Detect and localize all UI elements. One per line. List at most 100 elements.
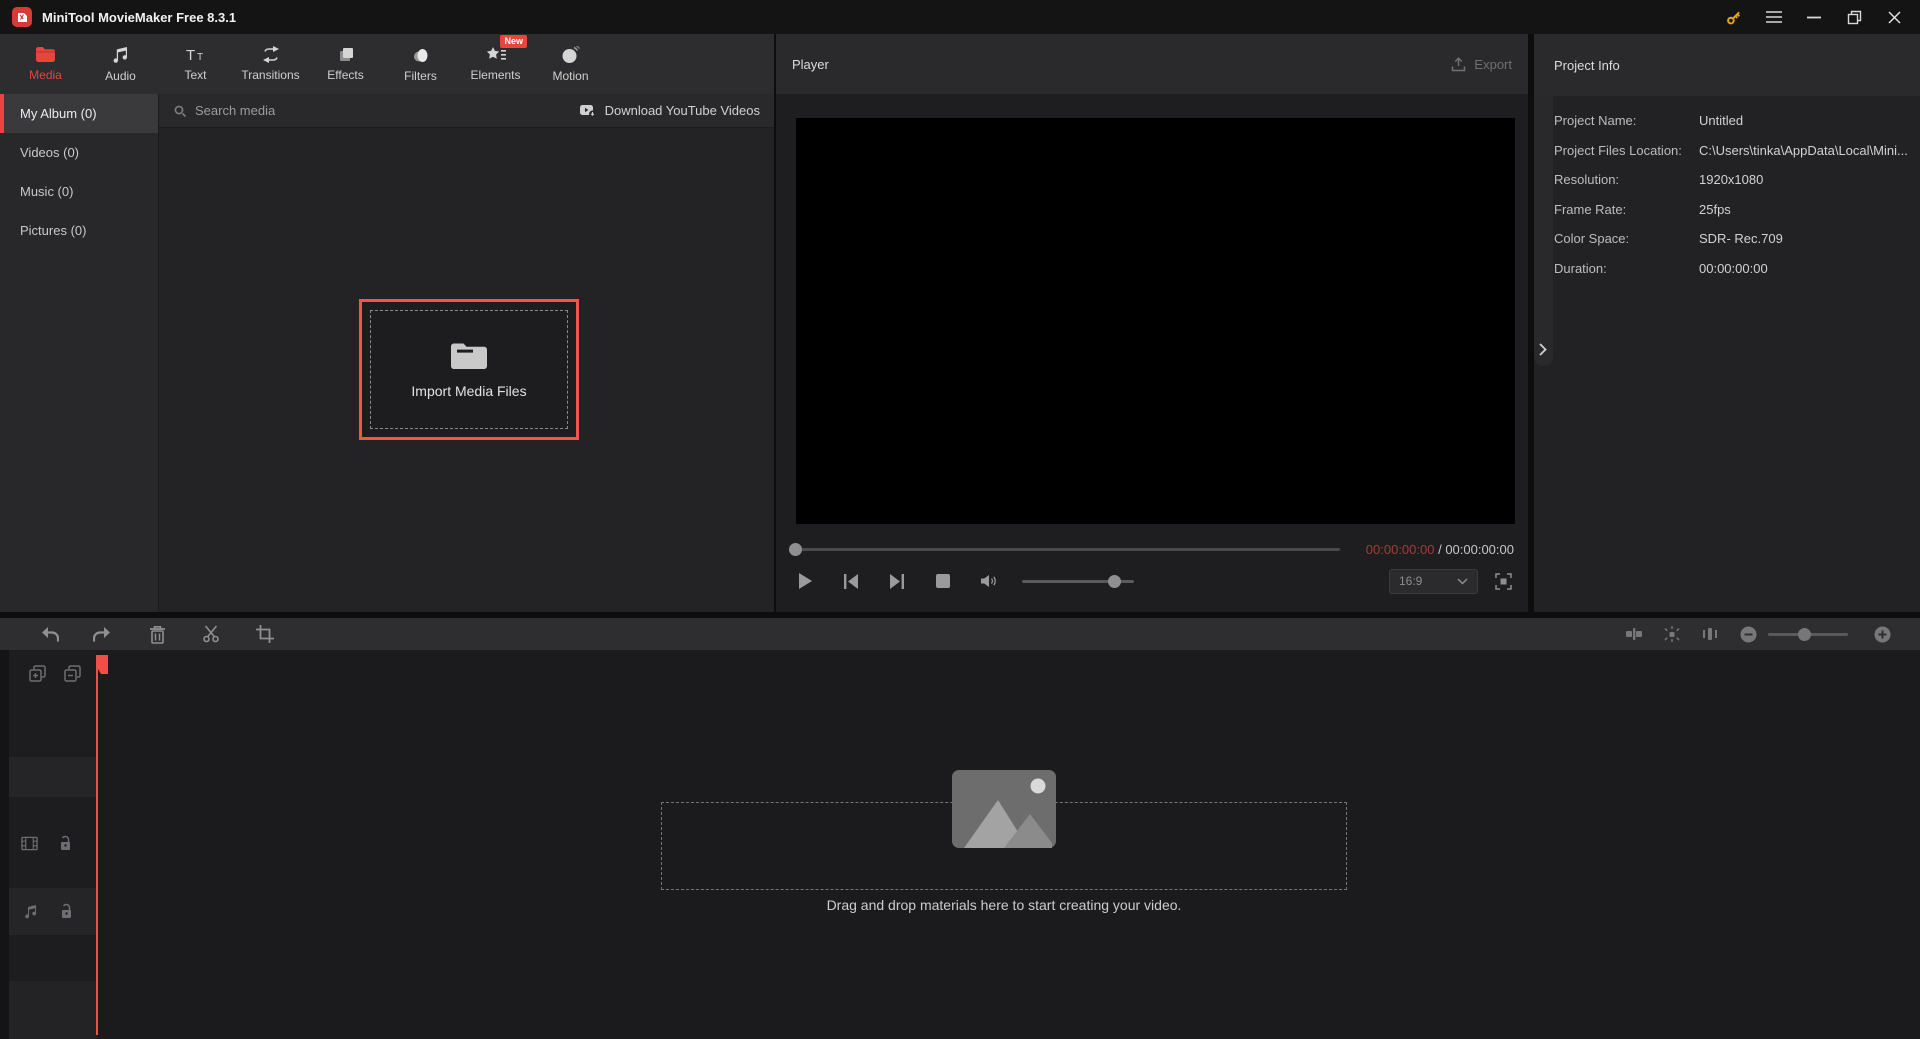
audio-track-icon — [22, 902, 39, 920]
tab-motion[interactable]: Motion — [533, 38, 608, 90]
volume-button[interactable] — [974, 569, 1004, 593]
project-row-label: Project Files Location: — [1554, 143, 1699, 158]
rail-band — [9, 757, 97, 797]
close-button[interactable] — [1886, 9, 1902, 25]
redo-button[interactable] — [93, 624, 113, 644]
import-media-label: Import Media Files — [411, 383, 526, 399]
export-label: Export — [1474, 57, 1512, 72]
next-frame-button[interactable] — [882, 569, 912, 593]
speaker-icon — [980, 573, 998, 589]
aspect-ratio-select[interactable]: 16:9 — [1389, 569, 1478, 594]
chevron-right-icon — [1539, 343, 1547, 356]
remove-track-button[interactable] — [64, 664, 81, 682]
project-row: Color Space: SDR- Rec.709 — [1554, 224, 1920, 254]
tab-effects[interactable]: Effects — [308, 38, 383, 90]
add-track-icon — [29, 665, 46, 682]
import-media-dropzone[interactable]: Import Media Files — [359, 299, 579, 440]
sidebar-item-music[interactable]: Music (0) — [0, 172, 158, 211]
sidebar-item-pictures[interactable]: Pictures (0) — [0, 211, 158, 250]
import-media-inner: Import Media Files — [370, 310, 568, 429]
playhead-line[interactable] — [96, 655, 98, 1035]
export-button[interactable]: Export — [1451, 57, 1512, 72]
filters-icon — [412, 46, 430, 64]
image-placeholder-icon[interactable] — [952, 770, 1056, 853]
tab-text[interactable]: TT Text — [158, 38, 233, 90]
sidebar-item-videos[interactable]: Videos (0) — [0, 133, 158, 172]
crop-icon — [256, 625, 274, 643]
project-row-value: 00:00:00:00 — [1699, 261, 1768, 276]
transitions-icon — [261, 46, 281, 63]
license-key-icon[interactable] — [1726, 9, 1742, 25]
timeline-zoom-handle[interactable] — [1798, 628, 1811, 641]
seek-row: 00:00:00:00 / 00:00:00:00 — [790, 540, 1514, 558]
timeline-zoom-slider[interactable] — [1768, 633, 1848, 636]
volume-handle[interactable] — [1108, 575, 1121, 588]
new-badge: New — [500, 35, 527, 48]
zoom-in-icon — [1874, 626, 1891, 643]
project-info-header: Project Info — [1534, 34, 1920, 96]
seek-handle[interactable] — [789, 543, 802, 556]
media-panel: Media Audio TT Text Transitions Effects … — [0, 34, 774, 612]
project-row: Frame Rate: 25fps — [1554, 195, 1920, 225]
project-info-panel: Project Info Project Name: Untitled Proj… — [1534, 34, 1920, 612]
current-time: 00:00:00:00 — [1366, 542, 1435, 557]
app-window: MiniTool MovieMaker Free 8.3.1 Media — [0, 0, 1920, 1039]
minimize-button[interactable] — [1806, 9, 1822, 25]
tab-label: Filters — [404, 69, 437, 83]
project-row-label: Duration: — [1554, 261, 1699, 276]
audio-track-lock-button[interactable] — [57, 902, 74, 920]
project-row-value: 1920x1080 — [1699, 172, 1763, 187]
redo-icon — [93, 626, 113, 643]
rail-band — [9, 935, 97, 981]
import-folder-icon — [450, 341, 488, 371]
snap-glyph — [1663, 626, 1681, 642]
previous-frame-button[interactable] — [836, 569, 866, 593]
timeline: Drag and drop materials here to start cr… — [0, 650, 1920, 1039]
tab-filters[interactable]: Filters — [383, 38, 458, 90]
menu-icon[interactable] — [1766, 9, 1782, 25]
timeline-gutter — [0, 650, 9, 1039]
panel-expand-handle[interactable] — [1534, 96, 1553, 366]
fullscreen-icon — [1495, 573, 1512, 590]
play-button[interactable] — [790, 569, 820, 593]
volume-slider[interactable] — [1022, 580, 1134, 583]
restore-button[interactable] — [1846, 9, 1862, 25]
svg-text:T: T — [197, 52, 203, 63]
unlock-icon — [58, 835, 72, 851]
project-row-value: SDR- Rec.709 — [1699, 231, 1783, 246]
project-info-title: Project Info — [1554, 58, 1620, 73]
total-time: 00:00:00:00 — [1445, 542, 1514, 557]
fit-timeline-icon[interactable] — [1700, 624, 1720, 644]
add-track-button[interactable] — [29, 664, 46, 682]
tab-label: Effects — [327, 68, 363, 82]
fullscreen-button[interactable] — [1492, 570, 1514, 592]
search-input[interactable] — [195, 103, 495, 118]
search-bar: Download YouTube Videos — [159, 94, 774, 128]
snap-icon[interactable] — [1662, 624, 1682, 644]
project-row-value: 25fps — [1699, 202, 1731, 217]
video-preview[interactable] — [796, 118, 1515, 524]
elements-star-icon — [486, 46, 506, 63]
stop-button[interactable] — [928, 569, 958, 593]
download-youtube-button[interactable]: Download YouTube Videos — [580, 103, 760, 118]
media-library: Download YouTube Videos Import Media Fil… — [159, 94, 774, 612]
undo-button[interactable] — [39, 624, 59, 644]
project-row-value: Untitled — [1699, 113, 1743, 128]
zoom-out-button[interactable] — [1738, 624, 1758, 644]
seek-bar[interactable] — [790, 548, 1340, 551]
tab-transitions[interactable]: Transitions — [233, 38, 308, 90]
split-button[interactable] — [201, 624, 221, 644]
track-rail — [9, 650, 97, 1039]
window-controls — [1726, 9, 1920, 25]
tab-audio[interactable]: Audio — [83, 38, 158, 90]
unlock-icon — [59, 903, 73, 919]
zoom-in-button[interactable] — [1872, 624, 1892, 644]
sidebar-item-my-album[interactable]: My Album (0) — [0, 94, 158, 133]
track-edit-icon[interactable] — [1624, 624, 1644, 644]
tab-media[interactable]: Media — [8, 38, 83, 90]
tab-elements[interactable]: New Elements — [458, 38, 533, 90]
video-track-lock-button[interactable] — [56, 834, 73, 852]
crop-button[interactable] — [255, 624, 275, 644]
svg-text:T: T — [186, 47, 195, 63]
delete-button[interactable] — [147, 624, 167, 644]
